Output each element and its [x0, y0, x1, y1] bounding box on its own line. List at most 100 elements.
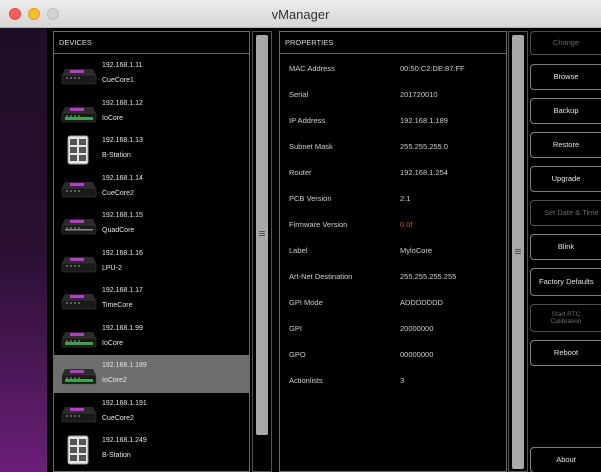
devices-scroll-thumb[interactable]	[256, 35, 268, 435]
property-value: 2.1	[400, 194, 411, 203]
property-row: Subnet Mask 255.255.255.0	[280, 133, 506, 159]
iocore-device-icon	[61, 363, 97, 385]
set-date-time-button[interactable]: Set Date & Time	[530, 200, 601, 226]
device-name: CueCore2	[102, 414, 134, 422]
device-ip: 192.168.1.17	[102, 287, 143, 294]
device-list-item[interactable]: 192.168.1.13 B-Station	[54, 130, 249, 168]
property-value: 00000000	[400, 350, 434, 359]
device-name: IoCore	[102, 339, 124, 347]
device-list-item[interactable]: 192.168.1.189 IoCore2	[54, 355, 249, 393]
device-list: 192.168.1.11 CueCore1 192.168.1.12 IoCore 19…	[54, 55, 249, 468]
factory-defaults-button[interactable]: Factory Defaults	[530, 268, 601, 296]
property-key: Art-Net Destination	[289, 272, 353, 281]
devices-header: DEVICES	[54, 32, 249, 54]
timecore-device-icon	[61, 288, 97, 310]
about-button[interactable]: About	[530, 447, 601, 472]
device-name: QuadCore	[102, 227, 135, 234]
device-list-item[interactable]: 192.168.1.15 QuadCore	[54, 205, 249, 243]
cuecore-device-icon	[61, 401, 97, 423]
property-row: Label MyloCore	[280, 237, 506, 263]
reboot-button[interactable]: Reboot	[530, 340, 601, 366]
property-row: IP Address 192.168.1.189	[280, 107, 506, 133]
device-name: IoCore	[102, 114, 124, 122]
device-list-item[interactable]: 192.168.1.11 CueCore1	[54, 55, 249, 93]
device-ip: 192.168.1.191	[102, 399, 147, 407]
device-ip: 192.168.1.12	[102, 99, 143, 107]
devices-panel: DEVICES 192.168.1.11 CueCore1 192.168.1.12…	[53, 31, 250, 472]
device-ip: 192.168.1.189	[102, 362, 147, 369]
property-row: Serial 201720010	[280, 81, 506, 107]
devices-scrollbar[interactable]	[252, 31, 272, 472]
cuecore-device-icon	[61, 176, 97, 198]
device-list-item[interactable]: 192.168.1.99 IoCore	[54, 318, 249, 356]
device-name: B-Station	[102, 152, 131, 159]
device-list-item[interactable]: 192.168.1.14 CueCore2	[54, 168, 249, 206]
cuecore-device-icon	[61, 63, 97, 85]
device-list-item[interactable]: 192.168.1.249 B-Station	[54, 430, 249, 468]
property-key: PCB Version	[289, 194, 332, 203]
property-key: IP Address	[289, 116, 326, 125]
device-list-item[interactable]: 192.168.1.12 IoCore	[54, 93, 249, 131]
device-name: CueCore1	[102, 77, 134, 84]
device-name: LPU-2	[102, 264, 122, 272]
property-key: MAC Address	[289, 64, 335, 73]
property-value: MyloCore	[400, 246, 433, 255]
rtc-label-line1: Start RTC	[551, 310, 581, 318]
window-title: vManager	[271, 7, 330, 22]
property-value: 192.168.1.254	[400, 168, 448, 177]
property-value: 255.255.255.255	[400, 272, 457, 281]
property-value: 255.255.255.0	[400, 142, 448, 151]
device-name: IoCore2	[102, 377, 127, 384]
title-bar: vManager	[0, 0, 601, 28]
property-value: 3	[400, 376, 405, 385]
backup-button[interactable]: Backup	[530, 98, 601, 124]
device-name: CueCore2	[102, 189, 134, 197]
device-list-item[interactable]: 192.168.1.191 CueCore2	[54, 393, 249, 431]
property-key: Serial	[289, 90, 309, 99]
property-key: Router	[289, 168, 312, 177]
side-strip	[0, 28, 47, 472]
property-key: GPI	[289, 324, 302, 333]
bstation-device-icon	[61, 135, 97, 165]
property-key: Label	[289, 246, 308, 255]
properties-list: MAC Address 00:50:C2:DE:87:FF Serial 201720…	[280, 55, 506, 393]
grip-icon	[515, 249, 521, 255]
device-ip: 192.168.1.99	[102, 324, 143, 332]
device-list-item[interactable]: 192.168.1.16 LPU-2	[54, 243, 249, 281]
property-key: Subnet Mask	[289, 142, 333, 151]
properties-scrollbar[interactable]	[508, 31, 528, 472]
grip-icon	[259, 231, 265, 237]
browse-button[interactable]: Browse	[530, 64, 601, 90]
property-row: MAC Address 00:50:C2:DE:87:FF	[280, 55, 506, 81]
property-key: GPO	[289, 350, 306, 359]
device-name: TimeCore	[102, 302, 133, 309]
upgrade-button[interactable]: Upgrade	[530, 166, 601, 192]
property-value: 201720010	[400, 90, 438, 99]
property-value: 20000000	[400, 324, 434, 333]
quadcore-device-icon	[61, 213, 97, 235]
property-row: Art-Net Destination 255.255.255.255	[280, 263, 506, 289]
property-value: 00:50:C2:DE:87:FF	[400, 64, 465, 73]
property-row: Firmware Version 0.0f	[280, 211, 506, 237]
blink-button[interactable]: Blink	[530, 234, 601, 260]
rtc-label-line2: Calibration	[550, 318, 582, 325]
property-key: Firmware Version	[289, 220, 348, 229]
iocore-device-icon	[61, 101, 97, 123]
device-name: B-Station	[102, 452, 131, 459]
property-row: Router 192.168.1.254	[280, 159, 506, 185]
property-value: 192.168.1.189	[400, 116, 448, 125]
restore-button[interactable]: Restore	[530, 132, 601, 158]
property-row: GPO 00000000	[280, 341, 506, 367]
property-key: GPI Mode	[289, 298, 323, 307]
property-key: Actionlists	[289, 376, 323, 385]
property-row: Actionlists 3	[280, 367, 506, 393]
properties-scroll-thumb[interactable]	[512, 35, 524, 469]
device-list-item[interactable]: 192.168.1.17 TimeCore	[54, 280, 249, 318]
start-rtc-calibration-button[interactable]: Start RTC Calibration	[530, 304, 601, 332]
bstation-device-icon	[61, 435, 97, 465]
change-button[interactable]: Change	[530, 31, 601, 55]
device-ip: 192.168.1.14	[102, 174, 143, 182]
property-row: PCB Version 2.1	[280, 185, 506, 211]
iocore-device-icon	[61, 326, 97, 348]
device-ip: 192.168.1.16	[102, 249, 143, 257]
